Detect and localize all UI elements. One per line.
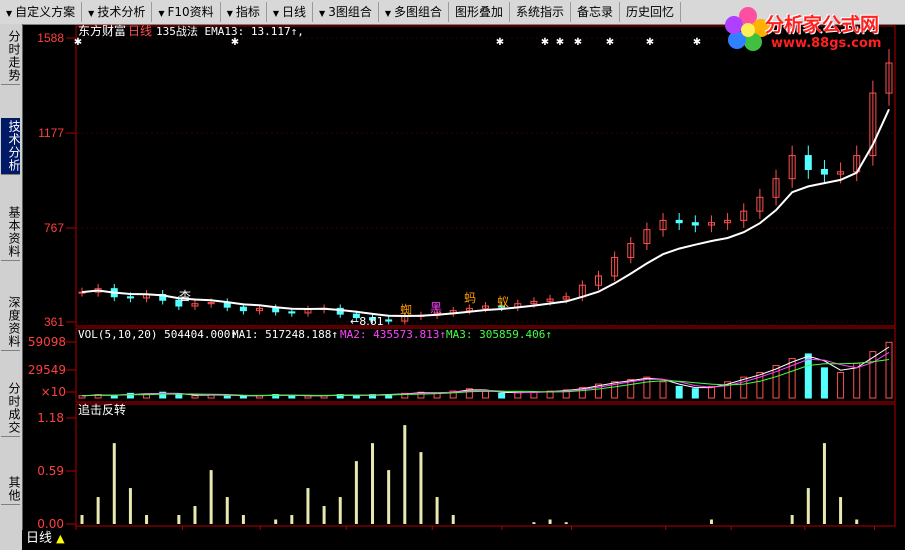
price-annotation: 蚂	[464, 290, 476, 305]
price-tick-label: 767	[44, 221, 64, 235]
price-annotation: 杏	[179, 289, 191, 303]
bottom-bar	[22, 530, 905, 550]
price-annotation: 蜘	[400, 303, 412, 317]
price-annotation: 黑	[430, 301, 442, 315]
volume-bar	[191, 395, 199, 399]
volume-bar	[675, 385, 683, 399]
signal-marker: ✱	[693, 37, 701, 48]
period-tag: 日线	[128, 24, 152, 38]
volume-bar	[110, 395, 118, 399]
candle-body	[820, 168, 828, 175]
volume-bar	[659, 381, 667, 399]
indicator-tick-label: 1.18	[37, 411, 64, 425]
candle-body	[239, 306, 247, 312]
candle-body	[126, 296, 134, 299]
volume-tick-label: 59098	[28, 335, 66, 349]
signal-marker: ✱	[606, 37, 614, 48]
volume-bar	[223, 395, 231, 399]
low-price-label: ←8.61	[350, 315, 384, 328]
candle-body	[804, 155, 812, 170]
volume-ma1: MA1: 517248.188↑	[232, 328, 338, 341]
volume-bar	[482, 390, 489, 399]
stock-name: 东方财富	[78, 23, 126, 38]
triangle-up-icon: ▲	[56, 532, 65, 545]
candle-body	[385, 319, 393, 322]
volume-bar	[691, 388, 699, 399]
candle-body	[272, 307, 280, 313]
signal-marker: ✱	[496, 37, 504, 48]
signal-marker: ✱	[556, 37, 564, 48]
candle-body	[288, 311, 296, 314]
volume-bar	[643, 376, 651, 399]
period-label[interactable]: 日线 ▲	[22, 530, 69, 548]
volume-ma1-line	[81, 346, 890, 397]
price-annotation: 蚁	[497, 295, 509, 309]
price-tick-label: 1588	[37, 31, 64, 45]
volume-bar	[820, 367, 828, 399]
volume-bar	[352, 395, 360, 399]
volume-tick-label: ×10	[41, 385, 66, 399]
signal-marker: ✱	[646, 37, 654, 48]
price-tick-label: 361	[44, 315, 64, 329]
volume-bar	[175, 394, 183, 399]
chart-canvas: 15881177767361东方财富 日线 135战法 EMA13: 13.117↑…	[28, 23, 896, 544]
volume-header: VOL(5,10,20) 504404.000↑	[78, 328, 237, 341]
ema-line	[81, 108, 890, 318]
volume-ma2: MA2: 435573.813↑	[340, 328, 446, 341]
signal-marker: ✱	[574, 37, 582, 48]
period-text: 日线	[26, 531, 53, 546]
volume-ma3: MA3: 305859.406↑	[446, 328, 552, 341]
panel-frame-0	[75, 25, 896, 327]
volume-tick-label: 29549	[28, 363, 66, 377]
candle-body	[691, 222, 699, 226]
price-tick-label: 1177	[38, 126, 64, 140]
signal-marker: ✱	[74, 37, 82, 48]
signal-marker: ✱	[231, 37, 239, 48]
volume-bar	[498, 392, 506, 399]
indicator-tick-label: 0.00	[37, 517, 64, 531]
panel-frame-2	[75, 403, 896, 527]
volume-bar	[885, 341, 893, 399]
volume-bar	[707, 385, 715, 399]
volume-bar	[288, 395, 296, 399]
indicator-title: 追击反转	[78, 402, 126, 417]
volume-ma2-line	[81, 351, 890, 397]
signal-marker: ✱	[541, 37, 549, 48]
indicator-readout: 135战法 EMA13: 13.117↑,	[156, 24, 304, 38]
candle-body	[675, 219, 683, 224]
indicator-tick-label: 0.59	[37, 464, 64, 478]
volume-bar	[837, 371, 845, 399]
